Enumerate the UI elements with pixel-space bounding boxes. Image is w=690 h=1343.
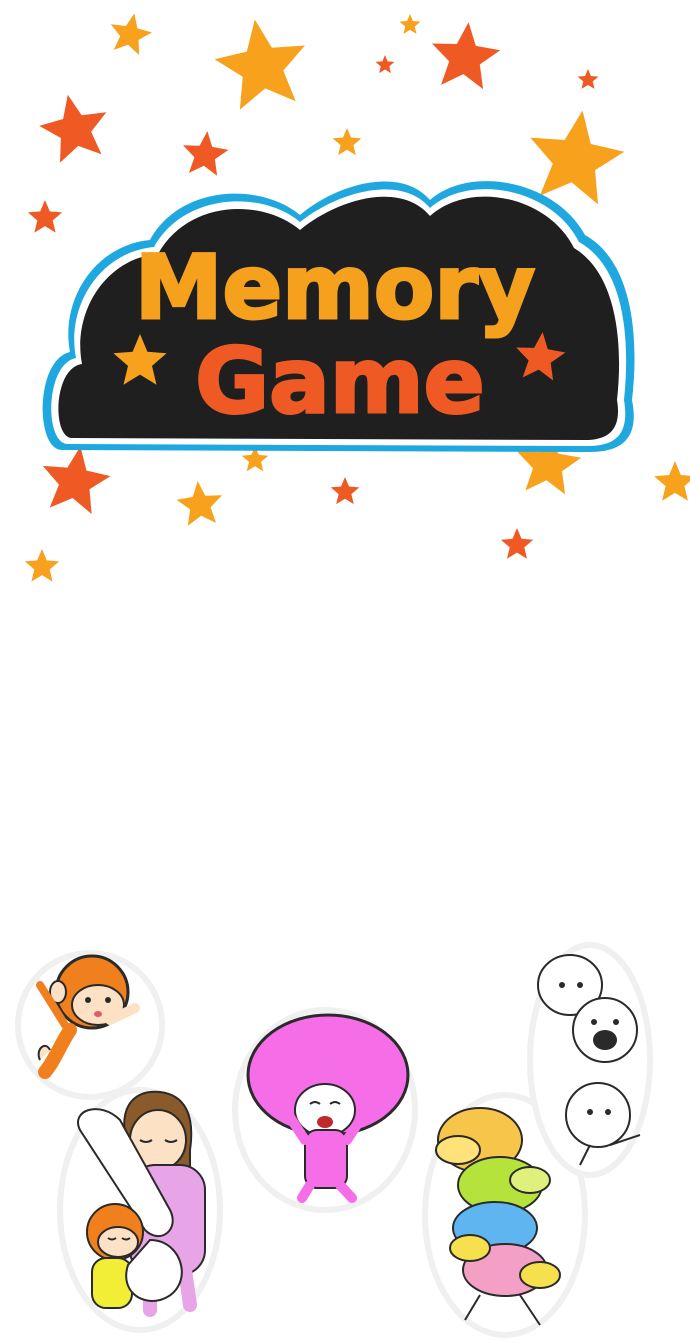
ghost-stack-icon [527,942,653,1178]
monkey-flying-icon [15,950,165,1100]
characters-illustration [15,942,653,1338]
girl-pillow-icon [57,1087,223,1333]
afro-character-icon [232,1007,418,1213]
